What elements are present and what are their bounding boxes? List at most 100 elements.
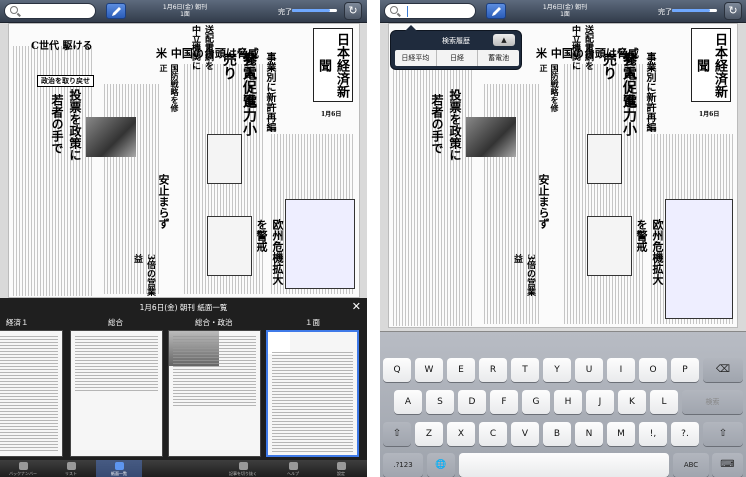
headline: 送配電網を中立機関に — [570, 25, 593, 70]
key-n[interactable]: N — [575, 422, 603, 446]
search-input[interactable] — [4, 3, 96, 19]
key-o[interactable]: O — [639, 358, 667, 382]
history-item[interactable]: 日経平均 — [395, 50, 437, 66]
key-comma[interactable]: !, — [639, 422, 667, 446]
backspace-key[interactable]: ⌫ — [703, 358, 743, 382]
refresh-icon: ↻ — [348, 4, 358, 17]
headline: 3倍の営業益 — [512, 254, 535, 297]
page-thumbnail[interactable] — [168, 330, 261, 457]
page-number: 1面 — [560, 11, 570, 18]
key-y[interactable]: Y — [543, 358, 571, 382]
issue-date: 1月6日(金) 朝刊 — [162, 4, 208, 11]
backnumber-icon — [18, 462, 28, 470]
thumb-label: 総合 — [108, 318, 123, 327]
chart-graphic — [207, 134, 242, 184]
key-m[interactable]: M — [607, 422, 635, 446]
headline: 欧州危機拡大を警戒 — [255, 219, 284, 285]
tab-clip-article[interactable]: 記事を切り抜く — [220, 460, 266, 477]
headline: 若者の手で — [430, 94, 444, 154]
numbers-key[interactable]: .?123 — [383, 453, 423, 477]
key-w[interactable]: W — [415, 358, 443, 382]
page-list-drawer: 1月6日(金) 朝刊 紙面一覧 ✕ 経済１ 総合 総合・政治 １面 — [0, 298, 367, 477]
key-v[interactable]: V — [511, 422, 539, 446]
refresh-button[interactable]: ↻ — [724, 2, 742, 20]
download-progress-fill — [672, 9, 711, 12]
headline: 投票を政策に — [68, 89, 82, 161]
key-c[interactable]: C — [479, 422, 507, 446]
page-number: 1面 — [180, 11, 190, 18]
key-g[interactable]: G — [522, 390, 550, 414]
key-b[interactable]: B — [543, 422, 571, 446]
history-list: 日経平均 日経 蓄電池 — [395, 50, 519, 66]
tab-settings[interactable]: 設定 — [318, 460, 364, 477]
download-progress-fill — [292, 9, 331, 12]
close-icon[interactable]: ✕ — [352, 300, 361, 313]
newspaper-page[interactable]: C世代 駆ける 政治を取り戻せ 米 中国の台頭は脅威 国防戦略を修正 投票を政策… — [8, 23, 360, 298]
tab-label: 設定 — [337, 471, 345, 476]
thumbnail-text — [173, 336, 256, 406]
key-l[interactable]: L — [650, 390, 678, 414]
keyboard-hide-icon[interactable]: ⌨ — [712, 453, 743, 477]
onscreen-keyboard: Q W E R T Y U I O P ⌫ A S D F G H J K L … — [380, 331, 746, 477]
tab-label: バックナンバー — [9, 471, 37, 476]
page-list-icon — [114, 462, 124, 470]
right-screen: 1月6日(金) 朝刊 1面 完了 ↻ 米 中国の台頭は脅威 国防戦略を修正 投票… — [380, 0, 746, 477]
thumbnail-text — [0, 336, 58, 451]
key-d[interactable]: D — [458, 390, 486, 414]
history-item[interactable]: 蓄電池 — [478, 50, 519, 66]
key-u[interactable]: U — [575, 358, 603, 382]
search-key[interactable]: 検索 — [682, 390, 743, 414]
key-f[interactable]: F — [490, 390, 518, 414]
refresh-button[interactable]: ↻ — [344, 2, 362, 20]
key-r[interactable]: R — [479, 358, 507, 382]
tab-backnumber[interactable]: バックナンバー — [0, 460, 46, 477]
key-x[interactable]: X — [447, 422, 475, 446]
headline: 参入促進 — [241, 52, 257, 108]
shift-key[interactable]: ⇧ — [703, 422, 743, 446]
key-i[interactable]: I — [607, 358, 635, 382]
shift-key[interactable]: ⇧ — [383, 422, 411, 446]
headline: 国防戦略を修正 — [159, 64, 180, 112]
news-views-box — [285, 199, 355, 289]
news-views-box — [665, 199, 733, 319]
tab-list[interactable]: リスト — [48, 460, 94, 477]
key-p[interactable]: P — [671, 358, 699, 382]
search-history-popover: 検索履歴 ▲ 日経平均 日経 蓄電池 — [390, 25, 522, 70]
globe-icon[interactable]: 🌐 — [427, 453, 455, 477]
masthead-text: 日本経済新聞 — [316, 32, 349, 98]
scissors-icon — [238, 462, 248, 470]
key-period[interactable]: ?. — [671, 422, 699, 446]
headline: C世代 駆ける — [31, 41, 93, 52]
headline: 参入促進 — [621, 52, 637, 108]
thumbnail-text — [75, 336, 158, 391]
collapse-button[interactable]: ▲ — [493, 34, 515, 46]
search-input[interactable] — [384, 3, 476, 19]
key-a[interactable]: A — [394, 390, 422, 414]
masthead-date: 1月6日 — [321, 111, 342, 118]
key-e[interactable]: E — [447, 358, 475, 382]
key-h[interactable]: H — [554, 390, 582, 414]
key-t[interactable]: T — [511, 358, 539, 382]
left-screen: 1月6日(金) 朝刊 1面 完了 ↻ C世代 駆ける 政治を取り戻せ 米 中国の… — [0, 0, 367, 477]
key-q[interactable]: Q — [383, 358, 411, 382]
page-thumbnail-selected[interactable] — [266, 330, 359, 457]
page-thumbnail[interactable] — [70, 330, 163, 457]
history-item[interactable]: 日経 — [437, 50, 479, 66]
space-key[interactable] — [459, 453, 669, 477]
tab-page-list[interactable]: 紙面一覧 — [96, 460, 142, 477]
chart-graphic — [207, 216, 252, 276]
clip-button[interactable] — [106, 3, 126, 19]
key-z[interactable]: Z — [415, 422, 443, 446]
key-k[interactable]: K — [618, 390, 646, 414]
key-s[interactable]: S — [426, 390, 454, 414]
key-j[interactable]: J — [586, 390, 614, 414]
top-toolbar: 1月6日(金) 朝刊 1面 完了 ↻ — [0, 0, 367, 23]
clip-button[interactable] — [486, 3, 506, 19]
search-icon — [390, 6, 398, 14]
tab-help[interactable]: ヘルプ — [270, 460, 316, 477]
abc-key[interactable]: ABC — [673, 453, 709, 477]
headline: 送配電網を中立機関に — [190, 25, 213, 70]
headline: 事業別に新許再編 — [644, 52, 655, 132]
page-thumbnail[interactable] — [0, 330, 63, 457]
top-toolbar: 1月6日(金) 朝刊 1面 完了 ↻ — [380, 0, 746, 23]
